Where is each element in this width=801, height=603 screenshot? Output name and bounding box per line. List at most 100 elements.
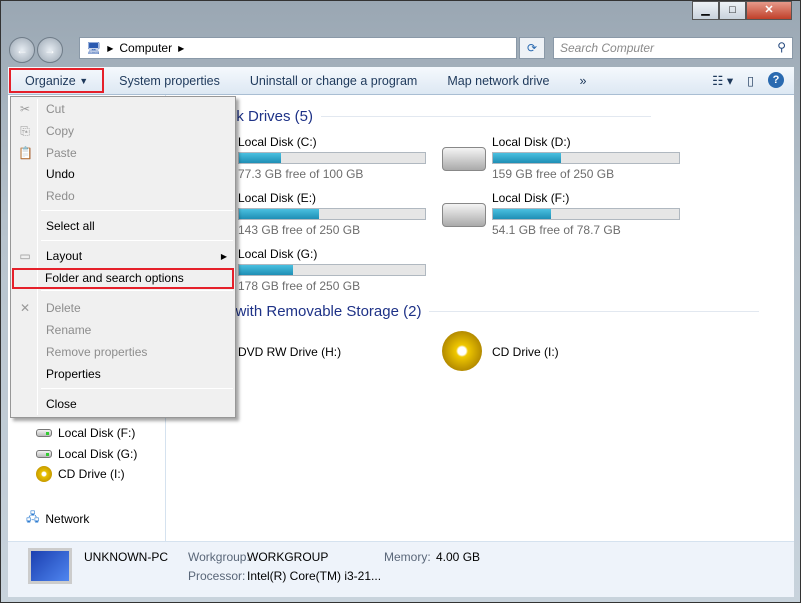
organize-menu: ✂ Cut ⎘ Copy 📋 Paste Undo Redo Select all ▭ Layout…: [10, 96, 236, 418]
menu-separator: [41, 388, 233, 389]
window-controls: ▁ □ ✕: [692, 1, 792, 20]
view-options-icon[interactable]: ☷ ▾: [712, 73, 733, 88]
drive-usage-bar: [238, 152, 426, 164]
pc-name: UNKNOWN-PC: [84, 550, 168, 564]
menu-item-select-all[interactable]: Select all: [13, 216, 233, 237]
close-button[interactable]: ✕: [746, 1, 792, 20]
drive-usage-bar: [238, 264, 426, 276]
nav-item-cd-drive[interactable]: CD Drive (I:): [36, 466, 125, 482]
preview-pane-icon[interactable]: ▯: [747, 73, 754, 88]
search-input[interactable]: Search Computer ⚲: [553, 37, 793, 59]
drive-name: Local Disk (D:): [492, 135, 571, 149]
drive-usage-fill: [493, 209, 552, 219]
chevron-right-icon: ▶: [107, 43, 114, 53]
workgroup-label: Workgroup:: [188, 550, 250, 564]
breadcrumb-computer[interactable]: Computer: [119, 41, 172, 55]
nav-item-network[interactable]: 🖧 Network: [26, 508, 89, 529]
address-bar[interactable]: 🖥 ▶ Computer ▶: [79, 37, 517, 59]
network-icon: 🖧: [26, 510, 40, 524]
menu-item-cut[interactable]: ✂ Cut: [13, 99, 233, 120]
organize-button[interactable]: Organize ▼: [9, 68, 105, 93]
hard-disk-icon: [442, 203, 486, 227]
dvd-drive-item[interactable]: DVD RW Drive (H:): [238, 345, 341, 359]
nav-label: CD Drive (I:): [58, 467, 125, 481]
drive-usage-bar: [238, 208, 426, 220]
menu-separator: [41, 240, 233, 241]
map-network-drive-button[interactable]: Map network drive: [432, 74, 564, 88]
organize-label: Organize: [25, 73, 76, 88]
menu-item-label: Properties: [46, 367, 101, 381]
nav-label: Local Disk (F:): [58, 426, 136, 440]
menu-item-label: Cut: [46, 102, 65, 116]
nav-item-local-disk-f[interactable]: Local Disk (F:): [36, 426, 135, 440]
menu-item-label: Rename: [46, 323, 92, 337]
drive-free-space: 178 GB free of 250 GB: [238, 279, 361, 293]
forward-button[interactable]: →: [37, 37, 63, 63]
drive-free-space: 54.1 GB free of 78.7 GB: [492, 223, 621, 237]
nav-label: Local Disk (G:): [58, 447, 138, 461]
computer-icon: 🖥: [86, 41, 102, 55]
menu-item-label: Undo: [46, 167, 75, 181]
menu-separator: [41, 210, 233, 211]
back-button[interactable]: ←: [9, 37, 35, 63]
drive-usage-fill: [239, 153, 282, 163]
group-header-removable[interactable]: Devices with Removable Storage (2): [178, 303, 760, 320]
drive-name: Local Disk (F:): [492, 191, 570, 205]
menu-item-delete[interactable]: ✕ Delete: [13, 298, 233, 319]
copy-icon: ⎘: [20, 124, 30, 138]
submenu-arrow-icon: ▶: [220, 252, 227, 261]
cut-icon: ✂: [19, 102, 31, 116]
search-icon: ⚲: [777, 40, 786, 54]
menu-item-redo[interactable]: Redo: [13, 186, 233, 207]
drive-usage-fill: [239, 265, 293, 275]
details-pane: UNKNOWN-PC Workgroup: WORKGROUP Memory: …: [8, 541, 794, 597]
nav-label: Network: [45, 511, 90, 526]
processor-value: Intel(R) Core(TM) i3-21...: [247, 569, 382, 583]
drive-name: Local Disk (G:): [238, 247, 318, 261]
drive-usage-bar: [492, 152, 680, 164]
drive-item[interactable]: Local Disk (G:) 178 GB free of 250 GB: [238, 247, 478, 293]
cd-drive-item[interactable]: CD Drive (I:): [492, 345, 559, 359]
uninstall-program-button[interactable]: Uninstall or change a program: [235, 74, 432, 88]
hard-disk-icon: [442, 147, 486, 171]
menu-item-layout[interactable]: ▭ Layout ▶: [13, 246, 233, 267]
menu-item-rename[interactable]: Rename: [13, 320, 233, 341]
menu-item-properties[interactable]: Properties: [13, 364, 233, 385]
menu-item-label: Redo: [46, 189, 75, 203]
menu-item-paste[interactable]: 📋 Paste: [13, 143, 233, 164]
drive-free-space: 159 GB free of 250 GB: [492, 167, 615, 181]
workgroup-value: WORKGROUP: [247, 550, 329, 564]
drive-usage-bar: [492, 208, 680, 220]
menu-item-label: Select all: [46, 219, 95, 233]
menu-item-remove-properties[interactable]: Remove properties: [13, 342, 233, 363]
menu-item-copy[interactable]: ⎘ Copy: [13, 121, 233, 142]
minimize-button[interactable]: ▁: [692, 1, 719, 20]
cd-drive-icon: [442, 331, 482, 371]
hard-disk-icon: [36, 450, 52, 458]
refresh-button[interactable]: ⟳: [519, 37, 545, 59]
computer-icon: [28, 548, 72, 584]
nav-item-local-disk-g[interactable]: Local Disk (G:): [36, 447, 137, 461]
explorer-window: ▁ □ ✕ ← → 🖥 ▶ Computer ▶ ⟳ Search Comput…: [0, 0, 801, 603]
menu-item-label: Remove properties: [46, 345, 148, 359]
system-properties-button[interactable]: System properties: [104, 74, 235, 88]
group-header-hdd[interactable]: Hard Disk Drives (5): [178, 108, 652, 125]
menu-item-close[interactable]: Close: [13, 394, 233, 415]
delete-icon: ✕: [19, 301, 31, 315]
toolbar: Organize ▼ System properties Uninstall o…: [8, 67, 794, 95]
cd-icon: [36, 466, 52, 482]
drive-item[interactable]: Local Disk (D:) 159 GB free of 250 GB: [492, 135, 732, 181]
drive-item[interactable]: Local Disk (F:) 54.1 GB free of 78.7 GB: [492, 191, 732, 237]
search-placeholder: Search Computer: [560, 41, 655, 55]
menu-item-label: Layout: [46, 249, 83, 263]
processor-label: Processor:: [188, 569, 246, 583]
menu-separator: [41, 290, 233, 291]
menu-item-folder-and-search-options[interactable]: Folder and search options: [12, 268, 234, 289]
chevron-right-icon: ▶: [178, 43, 185, 53]
help-icon[interactable]: ?: [768, 72, 784, 88]
memory-value: 4.00 GB: [436, 550, 481, 564]
maximize-button[interactable]: □: [719, 1, 746, 20]
menu-item-undo[interactable]: Undo: [13, 164, 233, 185]
hard-disk-icon: [36, 429, 52, 437]
more-button[interactable]: »: [564, 74, 601, 88]
